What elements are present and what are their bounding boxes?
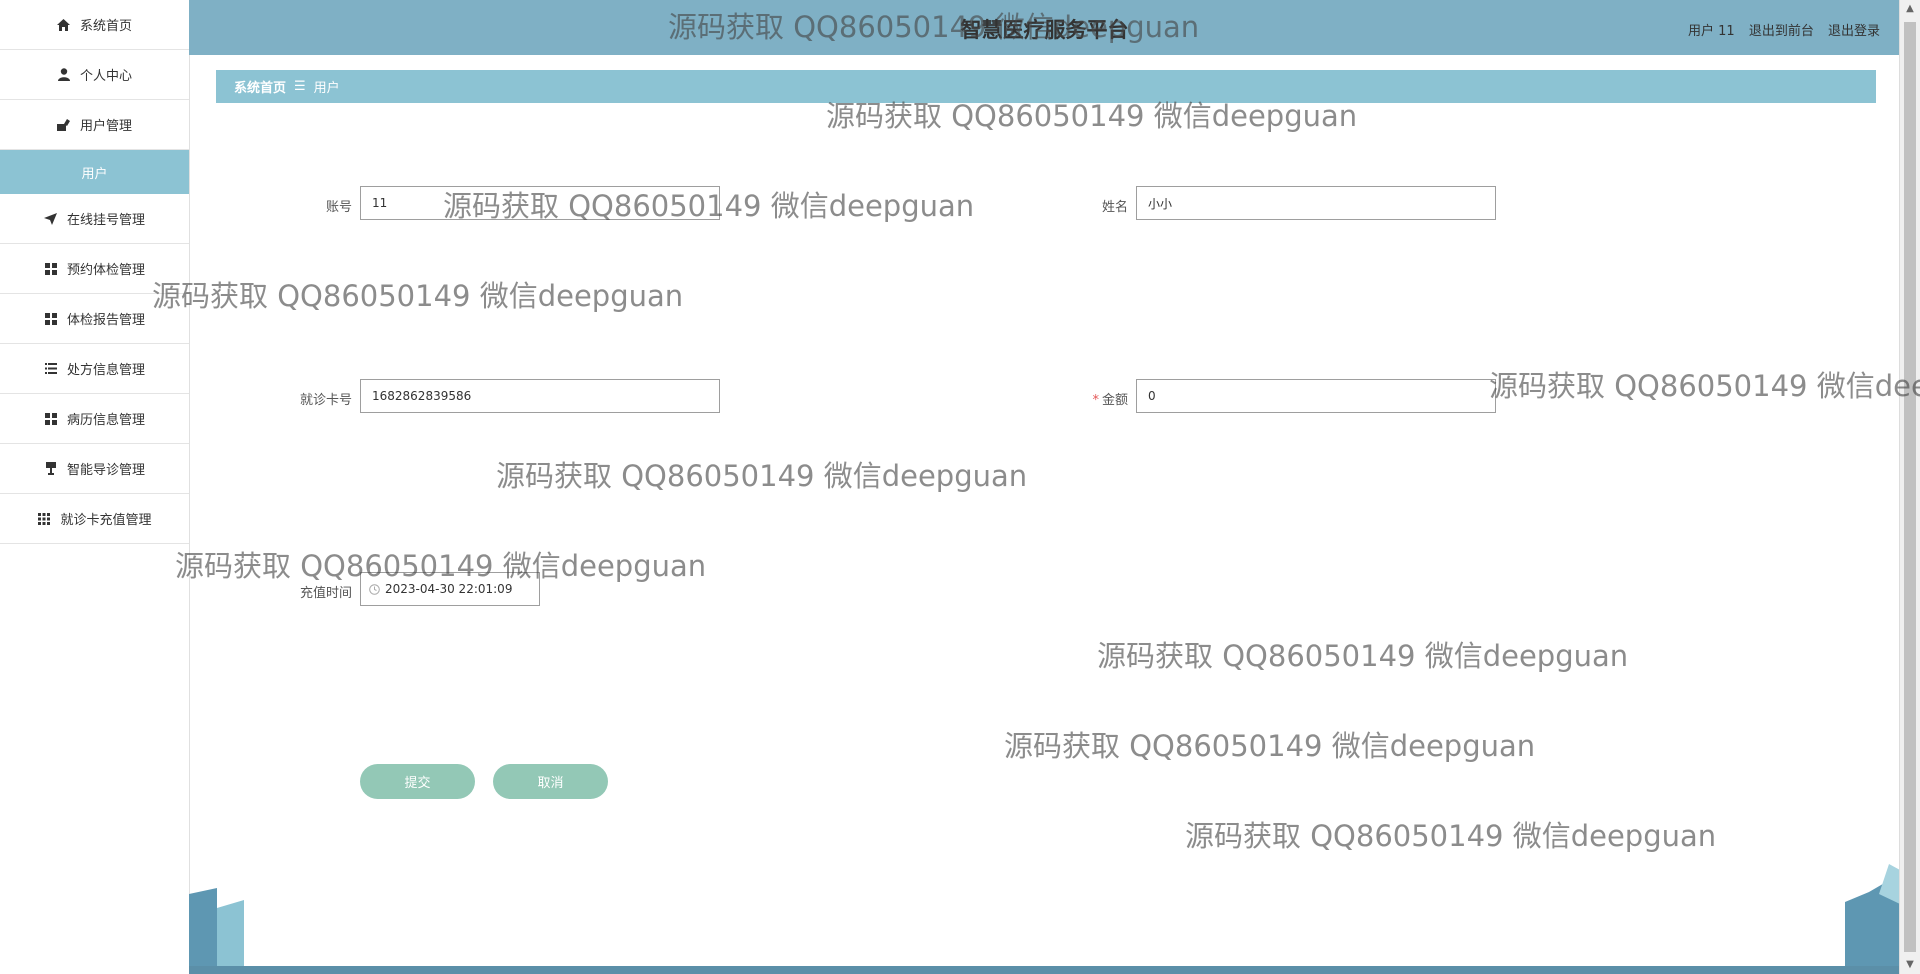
sidebar-item-user-management[interactable]: 用户管理 [0, 100, 189, 150]
grid-icon [44, 412, 58, 426]
card-number-field[interactable]: 1682862839586 [360, 379, 720, 413]
submit-button[interactable]: 提交 [360, 764, 475, 799]
amount-label-text: 金额 [1101, 393, 1128, 408]
sidebar-item-profile[interactable]: 个人中心 [0, 50, 189, 100]
app-title: 智慧医疗服务平台 [960, 18, 1129, 42]
account-label: 账号 [325, 200, 352, 215]
sidebar-item-smart-triage[interactable]: 智能导诊管理 [0, 444, 189, 494]
watermark: 源码获取 QQ86050149 微信deepguan [496, 459, 1028, 493]
sidebar-item-prescription[interactable]: 处方信息管理 [0, 344, 189, 394]
sidebar-item-label: 智能导诊管理 [66, 463, 145, 478]
breadcrumb-home[interactable]: 系统首页 [234, 77, 286, 96]
sidebar-item-label: 就诊卡充值管理 [60, 513, 152, 528]
recharge-time-field[interactable]: 2023-04-30 22:01:09 [360, 572, 540, 606]
required-mark: * [1092, 393, 1099, 408]
apps-icon [37, 512, 51, 526]
sidebar-item-label: 处方信息管理 [66, 363, 145, 378]
sidebar-item-card-recharge[interactable]: 就诊卡充值管理 [0, 494, 189, 544]
sidebar-item-label: 病历信息管理 [66, 413, 145, 428]
watermark: 源码获取 QQ86050149 微信deepguan [1097, 639, 1629, 673]
scroll-up-icon[interactable]: ▲ [1904, 2, 1916, 16]
sidebar-item-label: 个人中心 [79, 69, 132, 84]
sidebar-item-home[interactable]: 系统首页 [0, 0, 189, 50]
sidebar-item-medical-record[interactable]: 病历信息管理 [0, 394, 189, 444]
logout-link[interactable]: 退出登录 [1828, 24, 1880, 39]
sidebar-item-label: 用户管理 [79, 119, 132, 134]
clock-icon [369, 583, 380, 595]
sidebar-item-checkup-report[interactable]: 体检报告管理 [0, 294, 189, 344]
user-icon [57, 68, 71, 82]
breadcrumb: 系统首页 ☰ 用户 [216, 70, 1876, 103]
grid-icon [44, 312, 58, 326]
breadcrumb-separator-icon: ☰ [294, 79, 306, 94]
recharge-time-label: 充值时间 [299, 586, 352, 601]
breadcrumb-current: 用户 [313, 81, 340, 96]
sidebar-item-label: 在线挂号管理 [66, 213, 145, 228]
watermark: 源码获取 QQ86050149 微信deepguan [1489, 369, 1920, 403]
sidebar-item-registration[interactable]: 在线挂号管理 [0, 194, 189, 244]
sidebar-subitem-user[interactable]: 用户 [0, 150, 189, 194]
current-user-label: 用户 11 [1688, 24, 1735, 39]
name-field[interactable]: 小小 [1136, 186, 1496, 220]
sidebar-item-label: 体检报告管理 [66, 313, 145, 328]
back-to-front-link[interactable]: 退出到前台 [1749, 24, 1814, 39]
header-links: 用户 11 退出到前台 退出登录 [1678, 20, 1880, 39]
watermark: 源码获取 QQ86050149 微信deepguan [1185, 819, 1717, 853]
amount-label: * 金额 [1028, 389, 1128, 408]
amount-field[interactable]: 0 [1136, 379, 1496, 413]
top-header: 智慧医疗服务平台 用户 11 退出到前台 退出登录 [189, 0, 1900, 55]
user-admin-icon [57, 118, 71, 132]
grid-icon [44, 262, 58, 276]
footer-panel [244, 870, 1845, 966]
home-icon [57, 18, 71, 32]
account-field[interactable]: 11 [360, 186, 720, 220]
footer-bar [189, 966, 1900, 974]
flag-icon [44, 462, 58, 476]
cancel-button[interactable]: 取消 [493, 764, 608, 799]
footer-decoration [189, 864, 1900, 974]
card-number-label: 就诊卡号 [299, 393, 352, 408]
name-label: 姓名 [1101, 200, 1128, 215]
sidebar-item-label: 预约体检管理 [66, 263, 145, 278]
scroll-down-icon[interactable]: ▼ [1904, 958, 1916, 972]
scrollbar-thumb[interactable] [1904, 22, 1916, 952]
sidebar-item-label: 用户 [81, 166, 108, 182]
recharge-time-value: 2023-04-30 22:01:09 [385, 582, 513, 596]
vertical-scrollbar[interactable]: ▲ ▼ [1899, 0, 1920, 974]
watermark: 源码获取 QQ86050149 微信deepguan [152, 279, 684, 313]
send-icon [44, 212, 58, 226]
sidebar-item-checkup-booking[interactable]: 预约体检管理 [0, 244, 189, 294]
sidebar-item-label: 系统首页 [79, 19, 132, 34]
list-icon [44, 362, 58, 376]
watermark: 源码获取 QQ86050149 微信deepguan [1004, 729, 1536, 763]
sidebar: 系统首页 个人中心 用户管理 用户 在线挂号管理 预约体检管理 体检报告管理 处… [0, 0, 190, 974]
